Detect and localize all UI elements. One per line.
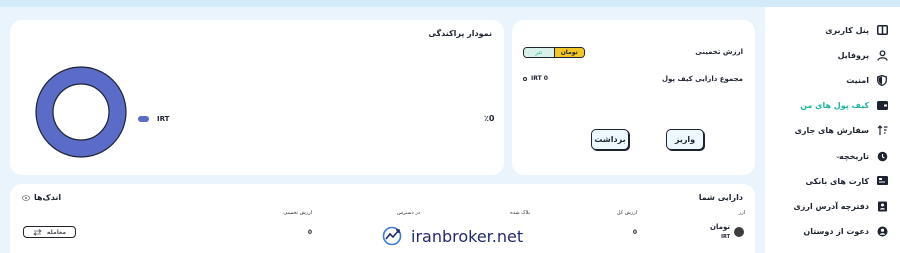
total-assets-value: IRT 0 bbox=[523, 75, 548, 82]
chart-percent: ٪0 bbox=[484, 114, 495, 123]
top-bar bbox=[0, 0, 900, 7]
legend-swatch-irt bbox=[138, 116, 149, 122]
sidebar-item-label: کیف پول های من bbox=[800, 100, 869, 110]
row-total-value: 0 bbox=[632, 229, 637, 236]
sidebar-item-label: دعوت از دوستان bbox=[803, 226, 869, 236]
sidebar-item-invite-friends[interactable]: دعوت از دوستان bbox=[765, 221, 900, 241]
sidebar-item-label: سفارش های جاری bbox=[794, 125, 869, 135]
bank-card-icon bbox=[876, 175, 888, 187]
distribution-chart-card: نمودار پراکندگی IRT ٪0 bbox=[10, 20, 504, 175]
dot-icon bbox=[523, 76, 527, 81]
withdraw-button[interactable]: برداشت bbox=[591, 129, 629, 150]
row-currency-symbol: IRT bbox=[721, 234, 730, 240]
currency-toggle[interactable]: تتر تومان bbox=[523, 47, 585, 58]
user-icon bbox=[876, 49, 888, 61]
row-currency-name: تومان bbox=[710, 223, 730, 231]
sidebar-item-wallets[interactable]: کیف پول های من bbox=[765, 95, 900, 115]
donut-slice-irt bbox=[35, 66, 127, 158]
address-book-icon bbox=[876, 200, 888, 212]
toman-coin-icon bbox=[734, 227, 744, 237]
sidebar-item-address-book[interactable]: دفترچه آدرس ارزی bbox=[765, 196, 900, 216]
toggle-tether[interactable]: تتر bbox=[524, 48, 554, 57]
toggle-toman[interactable]: تومان bbox=[553, 48, 584, 57]
sidebar-item-profile[interactable]: پروفایل bbox=[765, 45, 900, 65]
estimated-value-label: ارزش تخمینی bbox=[695, 48, 743, 56]
sidebar-item-history[interactable]: تاریخچه ⌄ bbox=[765, 146, 900, 166]
total-assets-value-text: IRT 0 bbox=[531, 75, 548, 82]
total-assets-label: مجموع دارایی کیف پول bbox=[661, 75, 743, 83]
column-header-blocked: بلاک شده bbox=[510, 210, 530, 216]
small-balances-label: اندک‌ها bbox=[34, 193, 62, 202]
sidebar-item-label: تاریخچه bbox=[839, 151, 869, 161]
watermark-text: iranbroker.net bbox=[411, 226, 524, 246]
broker-logo-icon bbox=[382, 226, 402, 246]
watermark: iranbroker.net bbox=[362, 219, 539, 253]
history-icon bbox=[876, 150, 888, 162]
sidebar-item-label: پنل کاربری bbox=[825, 25, 869, 35]
sidebar-item-label: امنیت bbox=[846, 75, 869, 85]
sidebar-item-bank-cards[interactable]: کارت های بانکی bbox=[765, 171, 900, 191]
wallet-balance-card: ارزش تخمینی تتر تومان مجموع دارایی کیف پ… bbox=[512, 20, 755, 175]
sidebar-item-security[interactable]: امنیت bbox=[765, 70, 900, 90]
row-estimated-value: 0 bbox=[307, 229, 312, 236]
sidebar-item-label: دفترچه آدرس ارزی bbox=[793, 201, 869, 211]
sort-icon bbox=[876, 124, 888, 136]
sidebar-item-label: کارت های بانکی bbox=[805, 176, 869, 186]
chart-title: نمودار پراکندگی bbox=[428, 29, 492, 38]
column-header-available: در دسترس bbox=[396, 210, 420, 216]
sidebar-item-dashboard[interactable]: پنل کاربری bbox=[765, 20, 900, 40]
column-header-total: ارزش کل bbox=[616, 210, 637, 216]
legend-label-irt: IRT bbox=[157, 115, 170, 123]
eye-icon bbox=[22, 194, 30, 201]
swap-icon bbox=[33, 228, 42, 236]
dashboard-icon bbox=[876, 24, 888, 36]
invite-icon bbox=[876, 225, 888, 237]
sidebar-item-label: پروفایل bbox=[837, 50, 869, 60]
shield-icon bbox=[876, 74, 888, 86]
deposit-button[interactable]: واریز bbox=[666, 129, 704, 150]
chevron-down-icon[interactable]: ⌄ bbox=[835, 152, 841, 160]
small-balances[interactable]: اندک‌ها bbox=[22, 193, 61, 202]
column-header-estimated: ارزش تخمینی bbox=[283, 210, 312, 216]
sidebar: پنل کاربری پروفایل امنیت کیف پول های من … bbox=[765, 7, 900, 253]
trade-button-label: معامله bbox=[46, 228, 67, 236]
column-header-currency: ارز bbox=[738, 210, 745, 216]
trade-button[interactable]: معامله bbox=[23, 226, 76, 238]
chart-legend: IRT bbox=[138, 115, 169, 123]
assets-title: دارایی شما bbox=[698, 193, 743, 202]
sidebar-item-open-orders[interactable]: سفارش های جاری bbox=[765, 120, 900, 140]
wallet-icon bbox=[876, 99, 888, 111]
donut-chart bbox=[35, 66, 127, 158]
